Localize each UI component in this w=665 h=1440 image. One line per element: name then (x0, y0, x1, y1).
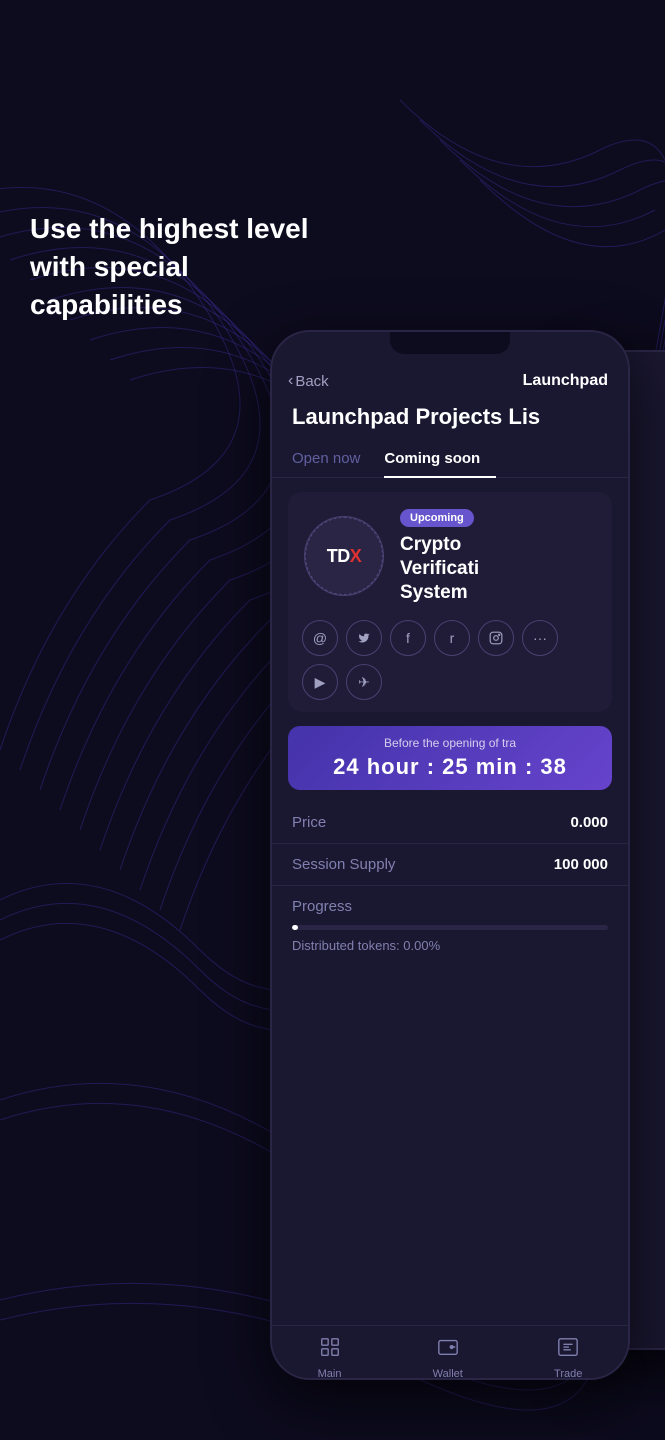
project-card: TDX Upcoming Crypto Verificati System @ (288, 492, 612, 712)
progress-bar-bg (292, 925, 608, 930)
supply-value: 100 000 (554, 856, 608, 873)
project-name: Crypto Verificati System (400, 533, 596, 604)
upcoming-badge: Upcoming (400, 509, 474, 527)
social-icon-reddit[interactable]: r (434, 620, 470, 656)
detail-row-supply: Session Supply 100 000 (272, 844, 628, 886)
project-logo: TDX (304, 516, 384, 596)
main-label: Main (318, 1368, 342, 1380)
tab-open-now[interactable]: Open now (292, 442, 376, 477)
social-icon-telegram[interactable]: ✈ (346, 664, 382, 700)
detail-row-price: Price 0.000 (272, 802, 628, 844)
logo-text: TDX (327, 546, 362, 567)
bottom-nav-wallet[interactable]: Wallet (433, 1336, 463, 1380)
phone-frame-main: ‹ Back Launchpad Launchpad Projects Lis … (270, 330, 630, 1380)
wallet-icon (437, 1336, 459, 1364)
project-card-header: TDX Upcoming Crypto Verificati System (288, 492, 612, 616)
back-button[interactable]: ‹ Back (288, 372, 329, 390)
countdown-label: Before the opening of tra (304, 736, 596, 750)
tab-coming-soon[interactable]: Coming soon (384, 442, 496, 477)
social-icon-twitter[interactable] (346, 620, 382, 656)
social-icon-facebook[interactable]: f (390, 620, 426, 656)
trade-label: Trade (554, 1368, 582, 1380)
bottom-nav-main[interactable]: Main (318, 1336, 342, 1380)
supply-label: Session Supply (292, 856, 395, 873)
progress-bar-fill (292, 925, 298, 930)
phone-notch (390, 332, 510, 354)
countdown-time: 24 hour : 25 min : 38 (304, 754, 596, 780)
tabs-container: Open now Coming soon (272, 442, 628, 478)
logo-x: X (350, 546, 362, 566)
progress-title: Progress (292, 898, 608, 915)
bottom-nav-trade[interactable]: Trade (554, 1336, 582, 1380)
social-icon-at[interactable]: @ (302, 620, 338, 656)
progress-section: Progress Distributed tokens: 0.00% (272, 886, 628, 969)
countdown-banner: Before the opening of tra 24 hour : 25 m… (288, 726, 612, 790)
social-icon-instagram[interactable] (478, 620, 514, 656)
nav-bar: ‹ Back Launchpad (272, 364, 628, 398)
project-info: Upcoming Crypto Verificati System (400, 508, 596, 604)
page-title: Launchpad Projects Lis (272, 398, 628, 442)
bottom-nav: Main Wallet (272, 1325, 628, 1380)
wallet-label: Wallet (433, 1368, 463, 1380)
back-arrow-icon: ‹ (288, 372, 293, 390)
phone-screen: ‹ Back Launchpad Launchpad Projects Lis … (272, 354, 628, 1380)
marketing-headline: Use the highest level with special capab… (30, 210, 310, 323)
price-label: Price (292, 814, 326, 831)
back-label: Back (295, 373, 328, 390)
main-icon (319, 1336, 341, 1364)
trade-icon (557, 1336, 579, 1364)
social-icons-row: @ f r ··· ▶ ✈ (288, 616, 612, 712)
price-value: 0.000 (570, 814, 608, 831)
nav-title: Launchpad (523, 372, 608, 390)
social-icon-more[interactable]: ··· (522, 620, 558, 656)
social-icon-youtube[interactable]: ▶ (302, 664, 338, 700)
distributed-text: Distributed tokens: 0.00% (292, 938, 608, 953)
